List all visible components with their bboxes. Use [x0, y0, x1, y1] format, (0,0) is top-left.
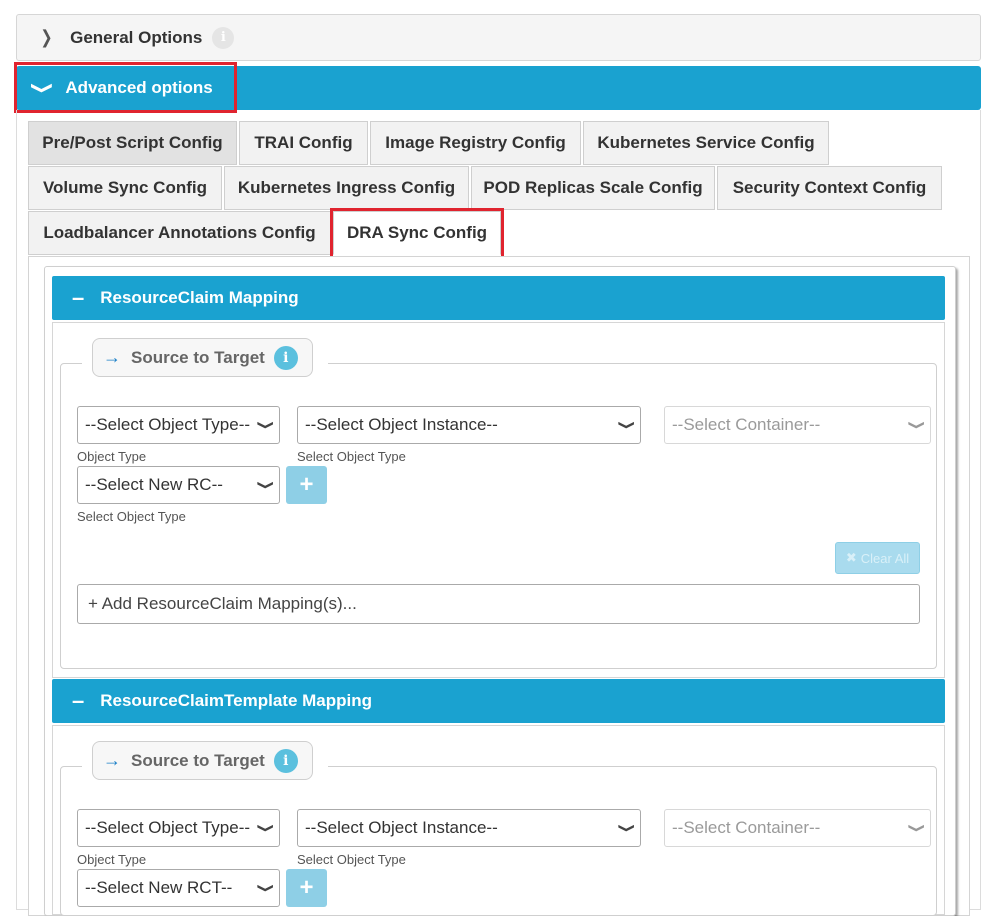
tab-pod-replicas-scale-config[interactable]: POD Replicas Scale Config: [471, 166, 715, 210]
chevron-down-icon: ❯: [907, 822, 927, 834]
section-title: ResourceClaim Mapping: [100, 288, 299, 307]
arrow-right-icon: →: [103, 750, 121, 770]
legend-label: Source to Target: [131, 347, 265, 367]
select-value: --Select New RC--: [85, 475, 223, 494]
object-type-select[interactable]: --Select Object Type-- ❯: [77, 406, 280, 444]
chevron-right-icon: ❯: [40, 27, 53, 47]
close-icon: ✖: [845, 550, 857, 565]
plus-icon: +: [299, 874, 314, 901]
clear-all-label: Clear All: [860, 550, 910, 566]
info-icon[interactable]: i: [212, 26, 235, 49]
tab-volume-sync-config[interactable]: Volume Sync Config: [28, 166, 222, 210]
select-value: --Select Object Instance--: [305, 818, 498, 837]
new-rct-select[interactable]: --Select New RCT-- ❯: [77, 869, 280, 907]
source-to-target-legend: → Source to Target i: [92, 338, 313, 377]
arrow-right-icon: →: [103, 347, 121, 367]
chevron-down-icon: ❯: [256, 882, 276, 894]
general-options-title: General Options: [70, 27, 203, 47]
source-to-target-legend: → Source to Target i: [92, 741, 313, 780]
advanced-options-header[interactable]: ❯ Advanced options: [16, 66, 981, 110]
resourceclaimtemplate-mapping-header[interactable]: – ResourceClaimTemplate Mapping: [52, 679, 945, 723]
clear-all-button[interactable]: ✖ Clear All: [835, 542, 920, 574]
select-value: --Select Object Type--: [85, 818, 251, 837]
select-value: --Select Object Type--: [85, 415, 251, 434]
chevron-down-icon: ❯: [256, 822, 276, 834]
select-value: --Select Object Instance--: [305, 415, 498, 434]
container-select[interactable]: --Select Container-- ❯: [664, 406, 931, 444]
section-title: ResourceClaimTemplate Mapping: [100, 691, 372, 710]
advanced-options-title: Advanced options: [65, 78, 213, 97]
select-value: --Select New RCT--: [85, 878, 233, 897]
tab-loadbalancer-annotations-config[interactable]: Loadbalancer Annotations Config: [28, 211, 331, 255]
new-rc-hint: Select Object Type: [77, 509, 186, 524]
select-value: --Select Container--: [672, 415, 821, 434]
object-type-hint: Object Type: [77, 449, 147, 464]
add-mapping-button[interactable]: +: [286, 869, 327, 907]
object-instance-select[interactable]: --Select Object Instance-- ❯: [297, 809, 641, 847]
object-type-hint: Object Type: [77, 852, 147, 867]
resourceclaim-mapping-header[interactable]: – ResourceClaim Mapping: [52, 276, 945, 320]
legend-label: Source to Target: [131, 750, 265, 770]
object-type-select[interactable]: --Select Object Type-- ❯: [77, 809, 280, 847]
add-mapping-button[interactable]: +: [286, 466, 327, 504]
object-instance-select[interactable]: --Select Object Instance-- ❯: [297, 406, 641, 444]
object-instance-hint: Select Object Type: [297, 449, 406, 464]
tab-kubernetes-service-config[interactable]: Kubernetes Service Config: [583, 121, 829, 165]
chevron-down-icon: ❯: [256, 419, 276, 431]
object-instance-hint: Select Object Type: [297, 852, 406, 867]
chevron-down-icon: ❯: [907, 419, 927, 431]
tab-dra-sync-config[interactable]: DRA Sync Config: [333, 211, 501, 255]
tab-pre-post-script-config[interactable]: Pre/Post Script Config: [28, 121, 237, 165]
collapse-minus-icon: –: [72, 688, 85, 713]
chevron-down-icon: ❯: [617, 419, 637, 431]
add-resourceclaim-mapping-input[interactable]: + Add ResourceClaim Mapping(s)...: [77, 584, 920, 624]
tab-image-registry-config[interactable]: Image Registry Config: [370, 121, 581, 165]
select-value: --Select Container--: [672, 818, 821, 837]
info-icon[interactable]: i: [273, 345, 298, 370]
tab-kubernetes-ingress-config[interactable]: Kubernetes Ingress Config: [224, 166, 469, 210]
chevron-down-icon: ❯: [31, 81, 54, 95]
general-options-header[interactable]: ❯ General Options i: [16, 14, 981, 61]
container-select[interactable]: --Select Container-- ❯: [664, 809, 931, 847]
tab-security-context-config[interactable]: Security Context Config: [717, 166, 942, 210]
tab-trai-config[interactable]: TRAI Config: [239, 121, 368, 165]
chevron-down-icon: ❯: [256, 479, 276, 491]
info-icon[interactable]: i: [273, 748, 298, 773]
collapse-minus-icon: –: [72, 285, 85, 310]
chevron-down-icon: ❯: [617, 822, 637, 834]
plus-icon: +: [299, 471, 314, 498]
new-rc-select[interactable]: --Select New RC-- ❯: [77, 466, 280, 504]
